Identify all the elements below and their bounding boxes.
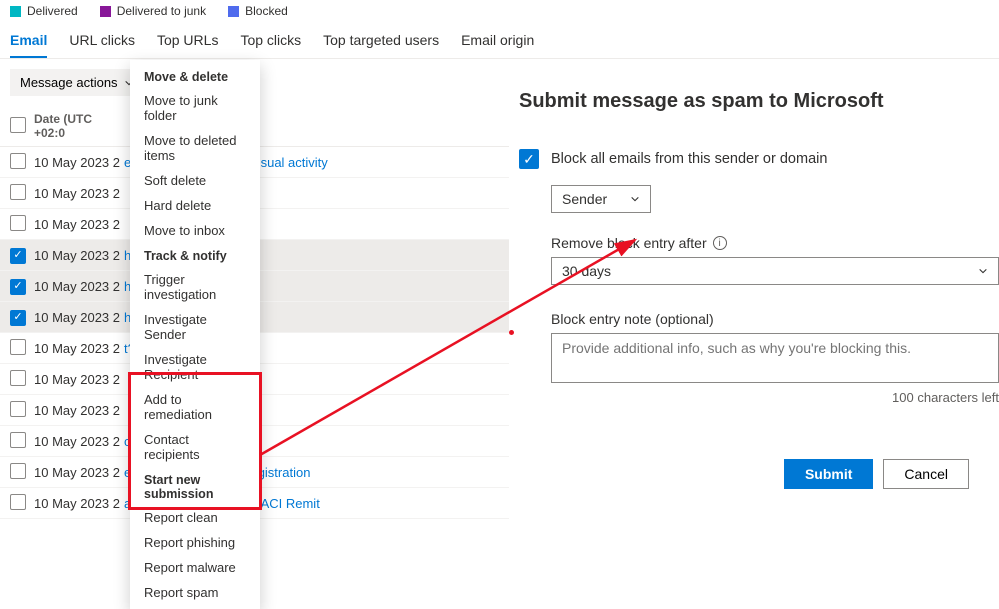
tab-email-origin[interactable]: Email origin — [461, 28, 534, 58]
row-checkbox[interactable] — [10, 279, 26, 295]
cell-date: 10 May 2023 2 — [34, 248, 124, 263]
view-tabs: Email URL clicks Top URLs Top clicks Top… — [0, 22, 999, 59]
menu-item-report-spam[interactable]: Report spam — [130, 580, 260, 605]
message-actions-menu: Move & deleteMove to junk folderMove to … — [130, 60, 260, 609]
cell-date: 10 May 2023 2 — [34, 155, 124, 170]
cell-date: 10 May 2023 2 — [34, 279, 124, 294]
message-actions-label: Message actions — [20, 75, 118, 90]
row-checkbox[interactable] — [10, 310, 26, 326]
cell-date: 10 May 2023 2 — [34, 186, 124, 201]
status-legend: Delivered Delivered to junk Blocked — [0, 0, 999, 22]
row-checkbox[interactable] — [10, 215, 26, 231]
chevron-down-icon — [978, 266, 988, 276]
row-checkbox[interactable] — [10, 401, 26, 417]
row-checkbox[interactable] — [10, 248, 26, 264]
cell-date: 10 May 2023 2 — [34, 403, 124, 418]
cell-date: 10 May 2023 2 — [34, 372, 124, 387]
cell-date: 10 May 2023 2 — [34, 496, 124, 511]
sender-domain-dropdown[interactable]: Sender — [551, 185, 651, 213]
menu-item-investigate-recipient[interactable]: Investigate Recipient — [130, 347, 260, 387]
menu-item-contact-recipients[interactable]: Contact recipients — [130, 427, 260, 467]
panel-title: Submit message as spam to Microsoft — [519, 90, 969, 113]
dropdown-value: Sender — [562, 191, 607, 207]
menu-item-soft-delete[interactable]: Soft delete — [130, 168, 260, 193]
legend-label: Blocked — [245, 4, 288, 18]
tab-email[interactable]: Email — [10, 28, 47, 58]
remove-after-dropdown[interactable]: 30 days — [551, 257, 999, 285]
legend-label: Delivered — [27, 4, 78, 18]
cell-date: 10 May 2023 2 — [34, 465, 124, 480]
swatch — [100, 6, 111, 17]
menu-item-move-to-deleted-items[interactable]: Move to deleted items — [130, 128, 260, 168]
message-actions-button[interactable]: Message actions — [10, 69, 144, 96]
block-note-textarea[interactable] — [551, 333, 999, 383]
legend-item: Delivered — [10, 4, 78, 18]
info-icon[interactable]: i — [713, 236, 727, 250]
menu-item-investigate-sender[interactable]: Investigate Sender — [130, 307, 260, 347]
menu-item-report-phishing[interactable]: Report phishing — [130, 530, 260, 555]
menu-item-report-clean[interactable]: Report clean — [130, 505, 260, 530]
block-all-label: Block all emails from this sender or dom… — [551, 151, 827, 167]
block-all-checkbox[interactable] — [519, 149, 539, 169]
menu-item-add-to-remediation[interactable]: Add to remediation — [130, 387, 260, 427]
legend-item: Blocked — [228, 4, 288, 18]
cell-date: 10 May 2023 2 — [34, 341, 124, 356]
row-checkbox[interactable] — [10, 463, 26, 479]
dropdown-value: 30 days — [562, 263, 611, 279]
menu-section-header: Start new submission — [130, 467, 260, 505]
legend-label: Delivered to junk — [117, 4, 206, 18]
submit-button[interactable]: Submit — [784, 459, 873, 489]
characters-remaining: 100 characters left — [551, 390, 999, 405]
menu-section-header: Move & delete — [130, 64, 260, 88]
menu-item-trigger-investigation[interactable]: Trigger investigation — [130, 267, 260, 307]
swatch — [10, 6, 21, 17]
tab-top-urls[interactable]: Top URLs — [157, 28, 218, 58]
menu-item-move-to-inbox[interactable]: Move to inbox — [130, 218, 260, 243]
note-label: Block entry note (optional) — [551, 311, 714, 327]
tab-url-clicks[interactable]: URL clicks — [69, 28, 135, 58]
cell-date: 10 May 2023 2 — [34, 217, 124, 232]
row-checkbox[interactable] — [10, 153, 26, 169]
required-indicator — [509, 330, 514, 335]
menu-item-move-to-junk-folder[interactable]: Move to junk folder — [130, 88, 260, 128]
menu-item-report-malware[interactable]: Report malware — [130, 555, 260, 580]
cancel-button[interactable]: Cancel — [883, 459, 969, 489]
row-checkbox[interactable] — [10, 494, 26, 510]
row-checkbox[interactable] — [10, 432, 26, 448]
menu-section-header: Track & notify — [130, 243, 260, 267]
select-all-checkbox[interactable] — [10, 117, 26, 133]
row-checkbox[interactable] — [10, 184, 26, 200]
submit-spam-panel: Submit message as spam to Microsoft Bloc… — [509, 60, 999, 519]
menu-item-hard-delete[interactable]: Hard delete — [130, 193, 260, 218]
cell-date: 10 May 2023 2 — [34, 310, 124, 325]
chevron-down-icon — [630, 194, 640, 204]
tab-top-targeted[interactable]: Top targeted users — [323, 28, 439, 58]
remove-after-label: Remove block entry after — [551, 235, 707, 251]
swatch — [228, 6, 239, 17]
column-header-date[interactable]: Date (UTC +02:0 — [34, 112, 124, 140]
row-checkbox[interactable] — [10, 339, 26, 355]
legend-item: Delivered to junk — [100, 4, 206, 18]
cell-date: 10 May 2023 2 — [34, 434, 124, 449]
row-checkbox[interactable] — [10, 370, 26, 386]
tab-top-clicks[interactable]: Top clicks — [240, 28, 301, 58]
